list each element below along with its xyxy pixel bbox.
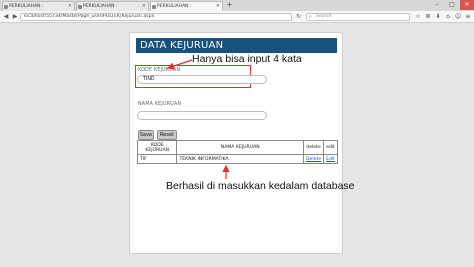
close-window-button[interactable]: ✕ [460,0,474,10]
new-tab-button[interactable]: + [226,0,233,10]
save-button[interactable]: Save [138,130,154,140]
kode-kejuruan-label: KODE KEJURUAN [138,68,181,73]
browser-tab-3[interactable]: PERKULIAHAN : ✕ [150,1,223,11]
back-icon[interactable]: ◀ [2,13,10,21]
reset-button[interactable]: Reset [157,130,177,140]
cell-nama: TEKNIK INFORMATIKA [176,154,304,164]
kejuruan-table: KODE KEJURUAN NAMA KEJURUAN delete edit … [136,140,338,164]
browser-tab-3-label: PERKULIAHAN : [157,4,192,9]
menu-icon[interactable]: ≡ [464,13,472,21]
address-bar[interactable]: localhost:55734/MasterPage_user/POLTEK/K… [20,13,292,21]
col-header-edit: edit [323,140,338,155]
bookmarks-list-icon[interactable]: ≣ [424,13,432,21]
page-favicon-icon [4,5,8,9]
minimize-button[interactable]: – [430,0,444,10]
cell-kode: TIF [136,154,178,164]
annotation-top-note: Hanya bisa input 4 kata [192,53,302,65]
col-header-delete: delete [302,140,325,155]
page-title: DATA KEJURUAN [136,38,337,53]
bookmark-star-icon[interactable]: ☆ [414,13,422,21]
close-tab-icon[interactable]: ✕ [216,2,220,11]
table-row: TIF TEKNIK INFORMATIKA Delete Edit [136,154,338,164]
home-icon[interactable]: ⌂ [444,13,452,21]
reload-icon[interactable]: ↻ [296,13,301,21]
forward-icon[interactable]: ▶ [11,13,19,21]
nama-kejuruan-label: NAMA KEJURUAN [138,102,182,107]
browser-tab-2-label: PERKULIAHAN : [83,4,118,9]
page-favicon-icon [78,5,82,9]
navigation-bar: ◀ ▶ localhost:55734/MasterPage_user/POLT… [0,11,474,23]
col-header-kode: KODE KEJURUAN [136,140,178,155]
table-header-row: KODE KEJURUAN NAMA KEJURUAN delete edit [136,140,338,155]
download-icon[interactable]: ⬇ [434,13,442,21]
kode-kejuruan-value: TIND [143,77,155,82]
browser-tab-2[interactable]: PERKULIAHAN : ✕ [76,1,149,11]
browser-tab-1[interactable]: PERKULIAHAN : ✕ [2,1,75,11]
delete-link[interactable]: Delete [302,154,325,164]
kode-kejuruan-input[interactable]: TIND [137,75,267,84]
search-icon: ⌕ [309,14,312,20]
url-text: localhost:55734/MasterPage_user/POLTEK/K… [24,14,155,19]
smiley-icon[interactable]: ☺ [454,13,462,21]
browser-tab-1-label: PERKULIAHAN : [9,4,44,9]
tab-strip: PERKULIAHAN : ✕ PERKULIAHAN : ✕ PERKULIA… [0,0,474,11]
annotation-bottom-note: Berhasil di masukkan kedalam database [166,180,355,192]
search-input[interactable]: ⌕ Search [306,13,410,21]
edit-link[interactable]: Edit [323,154,338,164]
close-tab-icon[interactable]: ✕ [68,2,72,11]
page-favicon-icon [152,5,156,9]
close-tab-icon[interactable]: ✕ [142,2,146,11]
search-placeholder: Search [316,14,332,19]
nama-kejuruan-input[interactable] [137,111,267,120]
maximize-button[interactable]: □ [445,0,459,10]
form-panel: DATA KEJURUAN KODE KEJURUAN TIND NAMA KE… [129,32,343,254]
col-header-nama: NAMA KEJURUAN [176,140,304,155]
